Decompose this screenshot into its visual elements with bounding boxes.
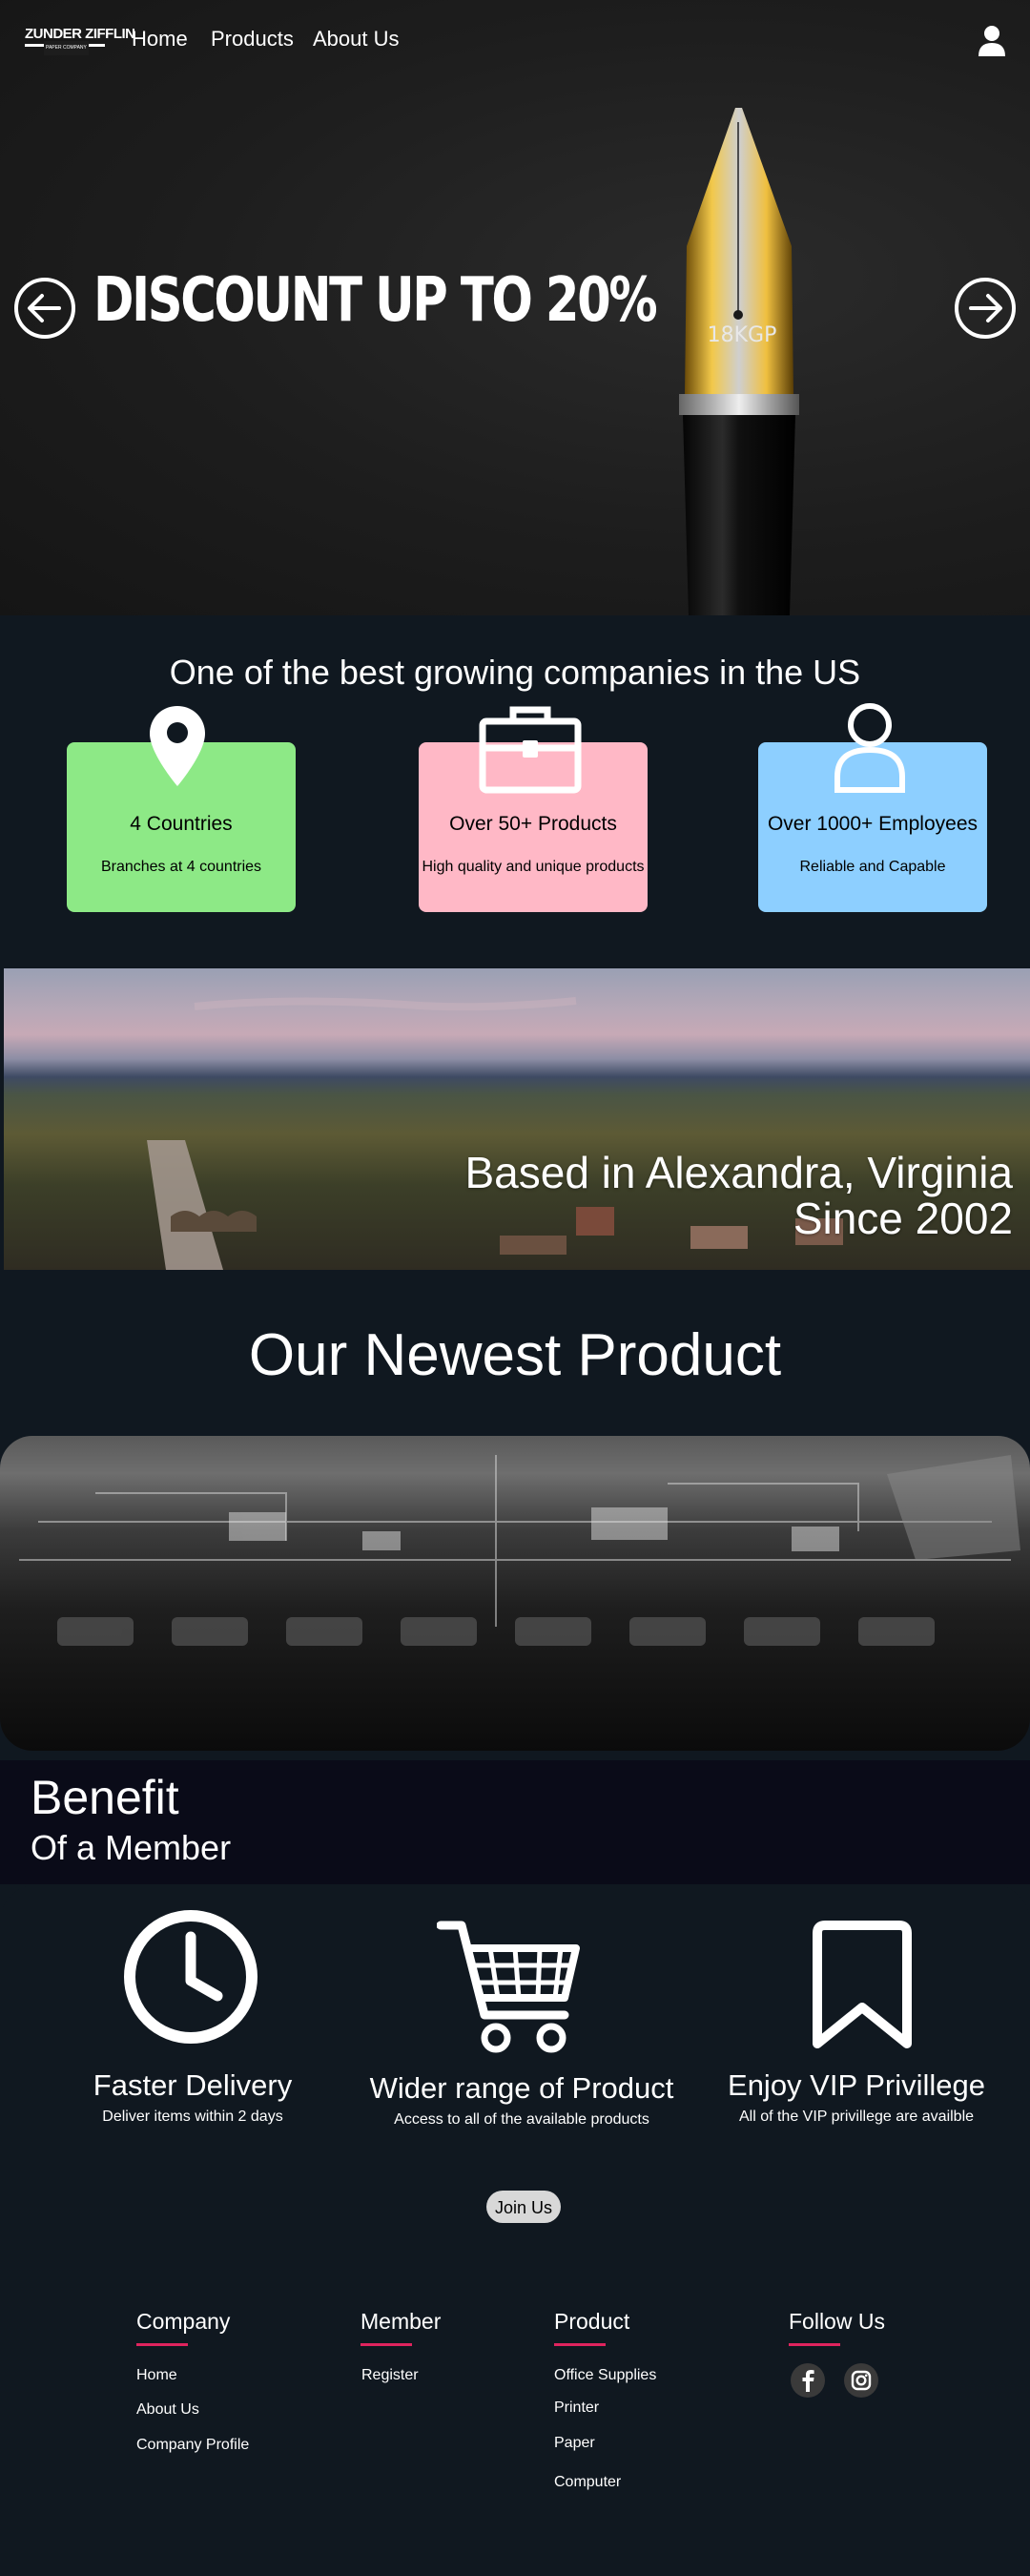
stats-title: One of the best growing companies in the… (169, 653, 861, 692)
stat-card-subtitle: High quality and unique products (422, 859, 645, 875)
nav-home[interactable]: Home (132, 27, 188, 52)
footer-link-paper[interactable]: Paper (554, 2435, 595, 2452)
benefit-title: Wider range of Product (369, 2071, 674, 2105)
nav-products[interactable]: Products (211, 27, 294, 52)
user-icon[interactable] (977, 25, 1007, 57)
city-text-since: Since 2002 (793, 1194, 1013, 1243)
footer-link-about-us[interactable]: About Us (136, 2401, 199, 2419)
pen-engraving: 18KGP (708, 323, 777, 347)
footer-heading-member: Member (360, 2309, 442, 2346)
stat-card-title: Over 1000+ Employees (767, 813, 978, 835)
shopping-cart-icon (437, 1921, 580, 2053)
benefit-heading: Benefit (31, 1771, 179, 1824)
briefcase-icon (479, 706, 582, 794)
city-text-location: Based in Alexandra, Virginia (464, 1148, 1013, 1197)
footer-link-register[interactable]: Register (361, 2367, 419, 2384)
footer-link-home[interactable]: Home (136, 2367, 177, 2384)
logo-text: ZUNDER ZIFFLIN (25, 26, 135, 42)
stat-card-title: 4 Countries (130, 813, 233, 835)
clock-icon (124, 1910, 258, 2044)
stat-card-subtitle: Reliable and Capable (799, 859, 946, 875)
facebook-icon[interactable] (791, 2363, 825, 2398)
benefit-title: Faster Delivery (93, 2068, 293, 2102)
footer-heading-follow-us: Follow Us (789, 2309, 885, 2346)
footer-link-company-profile[interactable]: Company Profile (136, 2437, 249, 2454)
benefit-subtitle: Deliver items within 2 days (102, 2109, 283, 2125)
benefit-subtitle: Access to all of the available products (394, 2111, 649, 2128)
top-nav: ZUNDER ZIFFLIN PAPER COMPANY Home Produc… (0, 0, 1030, 80)
newest-product-image (0, 1436, 1030, 1751)
arrow-right-circle-icon[interactable] (954, 277, 1017, 340)
instagram-icon[interactable] (844, 2363, 878, 2398)
footer-link-printer[interactable]: Printer (554, 2399, 599, 2417)
footer-heading-product: Product (554, 2309, 630, 2346)
benefit-subtitle: All of the VIP privillege are availble (738, 2109, 975, 2125)
nav-about-us[interactable]: About Us (313, 27, 400, 52)
hero-title: DISCOUNT UP TO 20% (93, 265, 658, 336)
person-icon (834, 703, 905, 793)
benefit-faster-delivery: Faster Delivery Deliver items within 2 d… (35, 2068, 350, 2126)
newest-product-title: Our Newest Product (248, 1322, 782, 1388)
arrow-left-circle-icon[interactable] (13, 277, 76, 340)
join-us-button[interactable]: Join Us (486, 2191, 561, 2223)
stat-card-subtitle: Branches at 4 countries (100, 859, 262, 875)
bookmark-icon (813, 1921, 912, 2048)
hero-banner: 18KGP ZUNDER ZIFFLIN PAPER COMPANY Home … (0, 0, 1030, 615)
city-banner-image: Based in Alexandra, Virginia Since 2002 (4, 968, 1030, 1270)
footer-link-computer[interactable]: Computer (554, 2474, 621, 2491)
fountain-pen-image: 18KGP (679, 108, 799, 615)
benefit-vip: Enjoy VIP Privillege All of the VIP priv… (699, 2068, 1014, 2126)
benefit-wider-range: Wider range of Product Access to all of … (364, 2071, 679, 2129)
footer-heading-company: Company (136, 2309, 231, 2346)
map-pin-icon (150, 706, 205, 786)
benefit-subheading: Of a Member (31, 1828, 232, 1867)
footer-link-office-supplies[interactable]: Office Supplies (554, 2367, 656, 2384)
logo-subtext: PAPER COMPANY (44, 41, 89, 55)
brand-logo[interactable]: ZUNDER ZIFFLIN PAPER COMPANY (25, 26, 135, 55)
stat-card-title: Over 50+ Products (449, 813, 617, 835)
benefit-title: Enjoy VIP Privillege (728, 2068, 985, 2102)
